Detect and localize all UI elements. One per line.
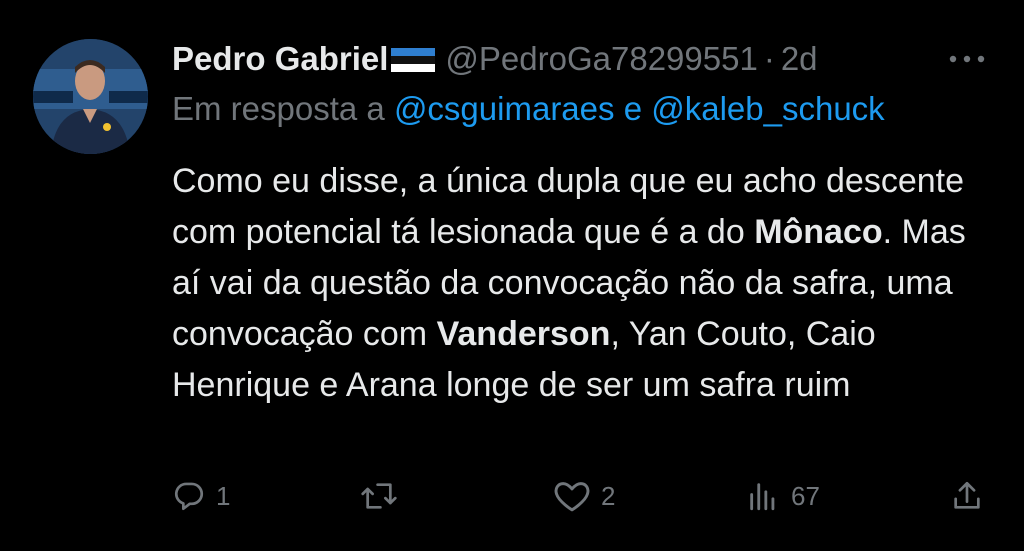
mention-link-2[interactable]: @kaleb_schuck <box>651 90 884 127</box>
retweet-button[interactable] <box>360 473 408 519</box>
retweet-icon <box>361 483 397 509</box>
reply-count: 1 <box>216 480 231 511</box>
reply-icon <box>174 482 204 511</box>
tweet-header: Pedro Gabriel @PedroGa78299551 · 2d <box>172 38 818 80</box>
heart-icon <box>554 482 590 512</box>
separator-dot: · <box>763 40 775 77</box>
views-count: 67 <box>791 480 820 511</box>
tweet-bold-monaco: Mônaco <box>754 213 883 251</box>
views-button[interactable]: 67 <box>745 473 820 519</box>
reply-prefix: Em resposta a <box>172 90 385 127</box>
reply-button[interactable]: 1 <box>172 473 230 519</box>
estonia-flag-icon <box>391 48 436 72</box>
author-name[interactable]: Pedro Gabriel <box>172 40 388 78</box>
timestamp[interactable]: 2d <box>781 40 818 78</box>
avatar-photo <box>33 39 148 154</box>
share-icon <box>954 481 980 509</box>
like-button[interactable]: 2 <box>553 473 615 519</box>
reply-conjunction: e <box>623 90 643 127</box>
more-icon <box>949 55 985 63</box>
avatar[interactable] <box>33 39 148 154</box>
views-icon <box>750 483 775 511</box>
mention-link-1[interactable]: @csguimaraes <box>394 90 615 127</box>
tweet-bold-vanderson: Vanderson <box>436 315 611 353</box>
more-options-button[interactable] <box>945 41 989 77</box>
like-count: 2 <box>601 480 616 511</box>
author-handle[interactable]: @PedroGa78299551 <box>445 40 757 78</box>
reply-context: Em resposta a @csguimaraes e @kaleb_schu… <box>172 90 885 128</box>
share-button[interactable] <box>950 473 984 519</box>
tweet-text: Como eu disse, a única dupla que eu acho… <box>172 156 1002 411</box>
